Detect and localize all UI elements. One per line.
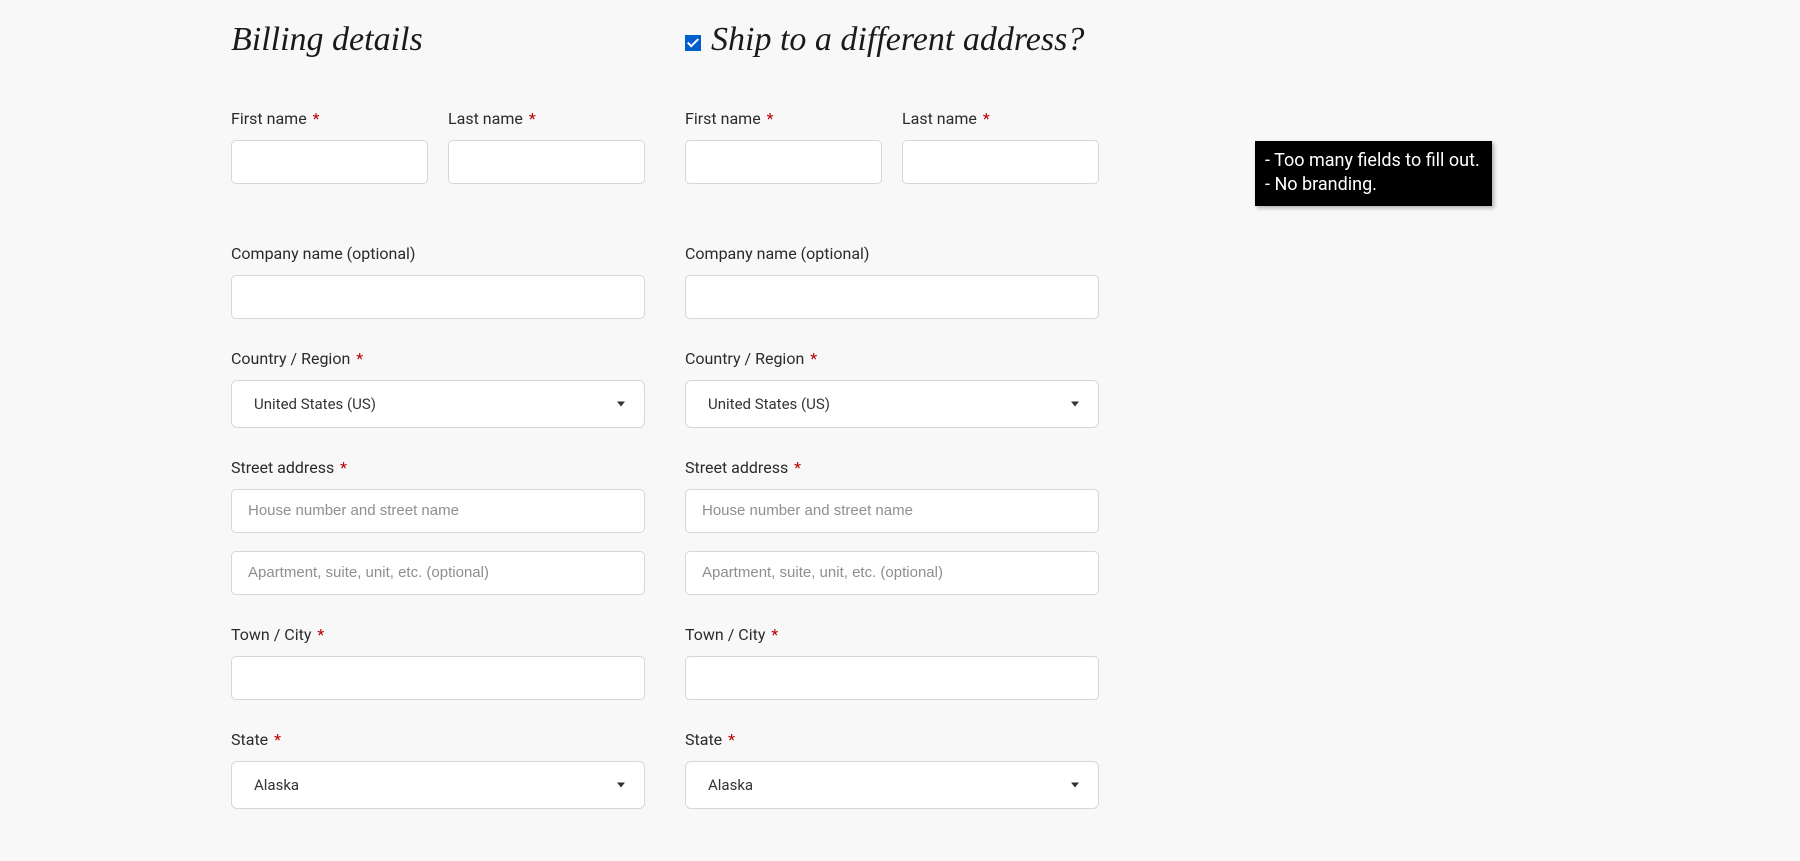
required-marker: * — [771, 625, 778, 644]
label-text: First name — [231, 109, 307, 128]
billing-state-field: State * Alaska — [231, 730, 645, 809]
label-text: Country / Region — [231, 349, 350, 368]
billing-street1-input[interactable] — [231, 489, 645, 533]
label-text: Country / Region — [685, 349, 804, 368]
shipping-country-select[interactable]: United States (US) — [685, 380, 1099, 428]
billing-street-field: Street address * — [231, 458, 645, 595]
required-marker: * — [317, 625, 324, 644]
shipping-country-label: Country / Region * — [685, 349, 1099, 368]
billing-country-select[interactable]: United States (US) — [231, 380, 645, 428]
shipping-street-field: Street address * — [685, 458, 1099, 595]
annotation-line: - No branding. — [1265, 173, 1480, 197]
required-marker: * — [274, 730, 281, 749]
shipping-state-select[interactable]: Alaska — [685, 761, 1099, 809]
billing-country-field: Country / Region * United States (US) — [231, 349, 645, 428]
select-value: United States (US) — [708, 395, 830, 413]
label-text: Last name — [448, 109, 523, 128]
annotation-callout: - Too many fields to fill out. - No bran… — [1255, 141, 1492, 206]
label-text: State — [685, 730, 722, 749]
shipping-last-name-input[interactable] — [902, 140, 1099, 184]
billing-last-name-input[interactable] — [448, 140, 645, 184]
shipping-street1-input[interactable] — [685, 489, 1099, 533]
shipping-city-label: Town / City * — [685, 625, 1099, 644]
required-marker: * — [728, 730, 735, 749]
billing-city-field: Town / City * — [231, 625, 645, 700]
shipping-last-name-label: Last name * — [902, 109, 1099, 128]
billing-state-select[interactable]: Alaska — [231, 761, 645, 809]
shipping-last-name-field: Last name * — [902, 109, 1099, 184]
billing-city-input[interactable] — [231, 656, 645, 700]
billing-street2-input[interactable] — [231, 551, 645, 595]
label-text: Town / City — [231, 625, 311, 644]
label-text: Town / City — [685, 625, 765, 644]
billing-last-name-field: Last name * — [448, 109, 645, 184]
billing-street-label: Street address * — [231, 458, 645, 477]
billing-city-label: Town / City * — [231, 625, 645, 644]
billing-first-name-label: First name * — [231, 109, 428, 128]
shipping-company-label: Company name (optional) — [685, 244, 1099, 263]
select-value: Alaska — [254, 776, 299, 794]
required-marker: * — [356, 349, 363, 368]
shipping-street2-input[interactable] — [685, 551, 1099, 595]
billing-section: Billing details First name * Last name *… — [231, 20, 645, 809]
shipping-company-field: Company name (optional) — [685, 244, 1099, 319]
label-text: Street address — [685, 458, 788, 477]
shipping-state-field: State * Alaska — [685, 730, 1099, 809]
billing-company-field: Company name (optional) — [231, 244, 645, 319]
billing-title: Billing details — [231, 20, 645, 61]
required-marker: * — [313, 109, 320, 128]
billing-company-input[interactable] — [231, 275, 645, 319]
required-marker: * — [340, 458, 347, 477]
shipping-title: Ship to a different address? — [711, 20, 1084, 61]
billing-first-name-input[interactable] — [231, 140, 428, 184]
label-text: Street address — [231, 458, 334, 477]
required-marker: * — [767, 109, 774, 128]
shipping-street-label: Street address * — [685, 458, 1099, 477]
annotation-line: - Too many fields to fill out. — [1265, 149, 1480, 173]
ship-different-checkbox[interactable] — [685, 35, 701, 51]
shipping-company-input[interactable] — [685, 275, 1099, 319]
required-marker: * — [794, 458, 801, 477]
billing-company-label: Company name (optional) — [231, 244, 645, 263]
required-marker: * — [529, 109, 536, 128]
billing-first-name-field: First name * — [231, 109, 428, 184]
billing-state-label: State * — [231, 730, 645, 749]
shipping-section: Ship to a different address? First name … — [685, 20, 1099, 809]
select-value: United States (US) — [254, 395, 376, 413]
shipping-city-input[interactable] — [685, 656, 1099, 700]
label-text: State — [231, 730, 268, 749]
shipping-country-field: Country / Region * United States (US) — [685, 349, 1099, 428]
required-marker: * — [810, 349, 817, 368]
shipping-state-label: State * — [685, 730, 1099, 749]
shipping-city-field: Town / City * — [685, 625, 1099, 700]
required-marker: * — [983, 109, 990, 128]
label-text: First name — [685, 109, 761, 128]
label-text: Last name — [902, 109, 977, 128]
billing-country-label: Country / Region * — [231, 349, 645, 368]
billing-last-name-label: Last name * — [448, 109, 645, 128]
select-value: Alaska — [708, 776, 753, 794]
shipping-first-name-field: First name * — [685, 109, 882, 184]
shipping-first-name-input[interactable] — [685, 140, 882, 184]
shipping-first-name-label: First name * — [685, 109, 882, 128]
